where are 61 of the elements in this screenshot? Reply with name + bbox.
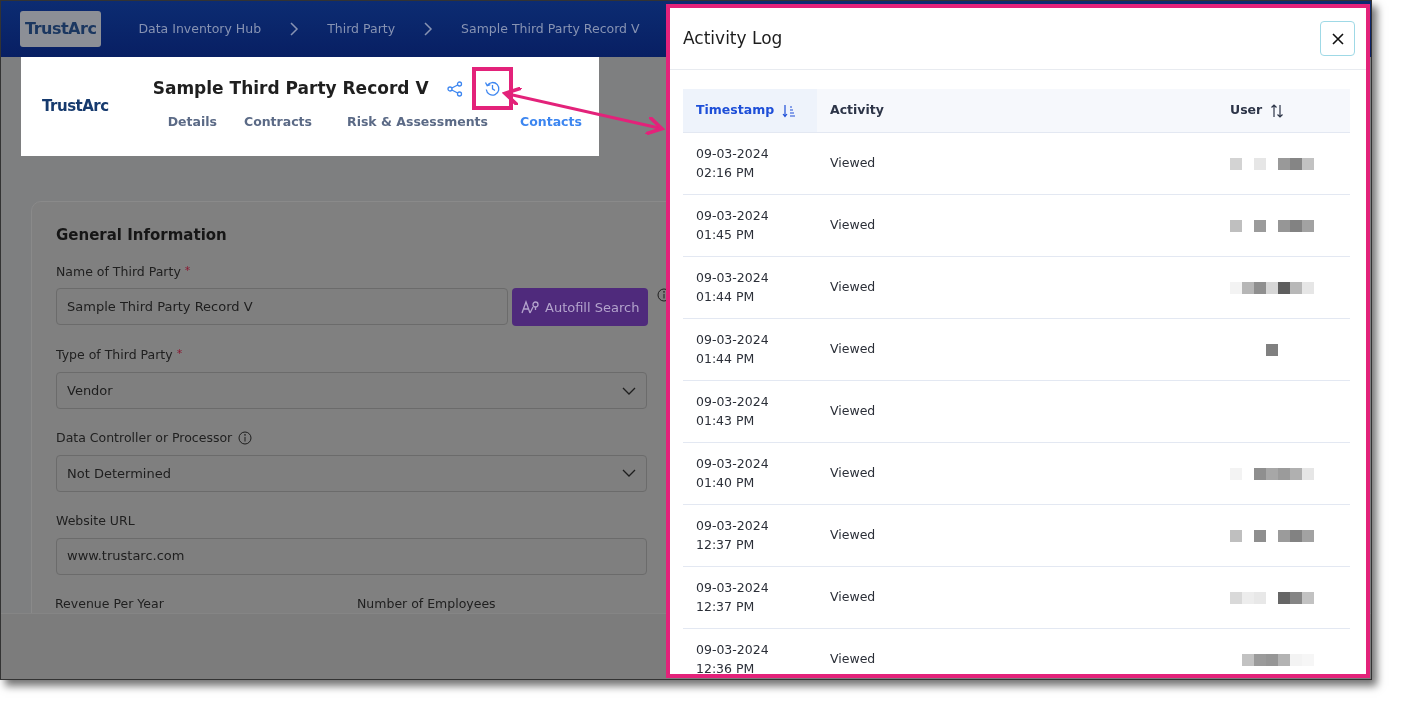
input-field[interactable]: www.trustarc.com [56,537,647,575]
chevron-down-icon [622,469,636,478]
field-value: Not Determined [67,464,171,483]
activity-cell: Viewed [830,464,876,483]
activity-cell: Viewed [830,526,876,545]
column-header[interactable]: Timestamp [683,89,817,132]
redacted-drawing [1266,343,1278,356]
chevron-icon [423,22,434,36]
sort-icon[interactable] [1270,103,1285,118]
chevron-down-icon [622,386,636,395]
breadcrumb-link[interactable]: Data Inventory Hub [138,19,262,39]
autofill-button[interactable]: Autofill Search [512,288,649,327]
history-icon[interactable] [483,80,501,98]
record-title: Sample Third Party Record V [152,76,429,100]
required-marker: * [184,262,191,279]
share-icon[interactable] [446,80,463,97]
timestamp-cell-text: 09-03-2024 01:40 PM [696,455,770,492]
activity-cell: Viewed [830,340,876,359]
select-field[interactable]: Vendor [56,372,647,409]
field-label: Revenue Per Year [55,594,165,613]
redacted-drawing [1242,653,1314,666]
timestamp-cell-text: 09-03-2024 12:36 PM [696,641,770,674]
tab[interactable]: Contacts [520,113,582,132]
timestamp-cell-text: 09-03-2024 12:37 PM [696,579,770,616]
breadcrumb-link[interactable]: Sample Third Party Record V [461,19,640,39]
activity-cell: Viewed [830,588,876,607]
field-label: Name of Third Party [56,262,181,281]
sparkle-icon [521,300,539,315]
chevron-icon [289,22,300,36]
activity-cell: Viewed [830,650,876,669]
logo: TrustArc [42,96,109,118]
select-field[interactable]: Not Determined [56,454,647,492]
required-marker: * [176,346,183,363]
timestamp-cell-text: 09-03-2024 12:37 PM [696,517,770,554]
tab[interactable]: Details [167,113,217,132]
logo[interactable]: TrustArc [20,11,102,47]
field-value: Vendor [67,381,113,400]
timestamp-cell-text: 09-03-2024 02:16 PM [696,145,770,182]
column-header: Activity [829,101,885,120]
breadcrumb-link[interactable]: Third Party [327,19,396,39]
field-value: www.trustarc.com [67,547,185,566]
dialog-title: Activity Log [683,26,783,50]
activity-cell: Viewed [830,216,876,235]
field-label: Number of Employees [357,594,496,613]
close-button[interactable] [1320,21,1355,56]
activity-cell: Viewed [830,154,876,173]
close-icon [1330,31,1345,46]
timestamp-cell-text: 09-03-2024 01:45 PM [696,207,770,244]
activity-cell: Viewed [830,402,876,421]
field-value: Sample Third Party Record V [67,298,253,316]
timestamp-cell-text: 09-03-2024 01:44 PM [696,269,770,306]
tab[interactable]: Risk & Assessments [347,113,488,132]
field-label: Type of Third Party [56,346,173,365]
field-label: Website URL [56,511,135,530]
tab[interactable]: Contracts [243,113,312,132]
input-field[interactable]: Sample Third Party Record V [56,288,508,326]
column-header[interactable]: User [1217,89,1350,132]
field-label: Data Controller or Processor [56,429,233,447]
timestamp-cell-text: 09-03-2024 01:43 PM [696,393,770,430]
activity-cell: Viewed [830,278,876,297]
timestamp-cell-text: 09-03-2024 01:44 PM [696,331,770,368]
